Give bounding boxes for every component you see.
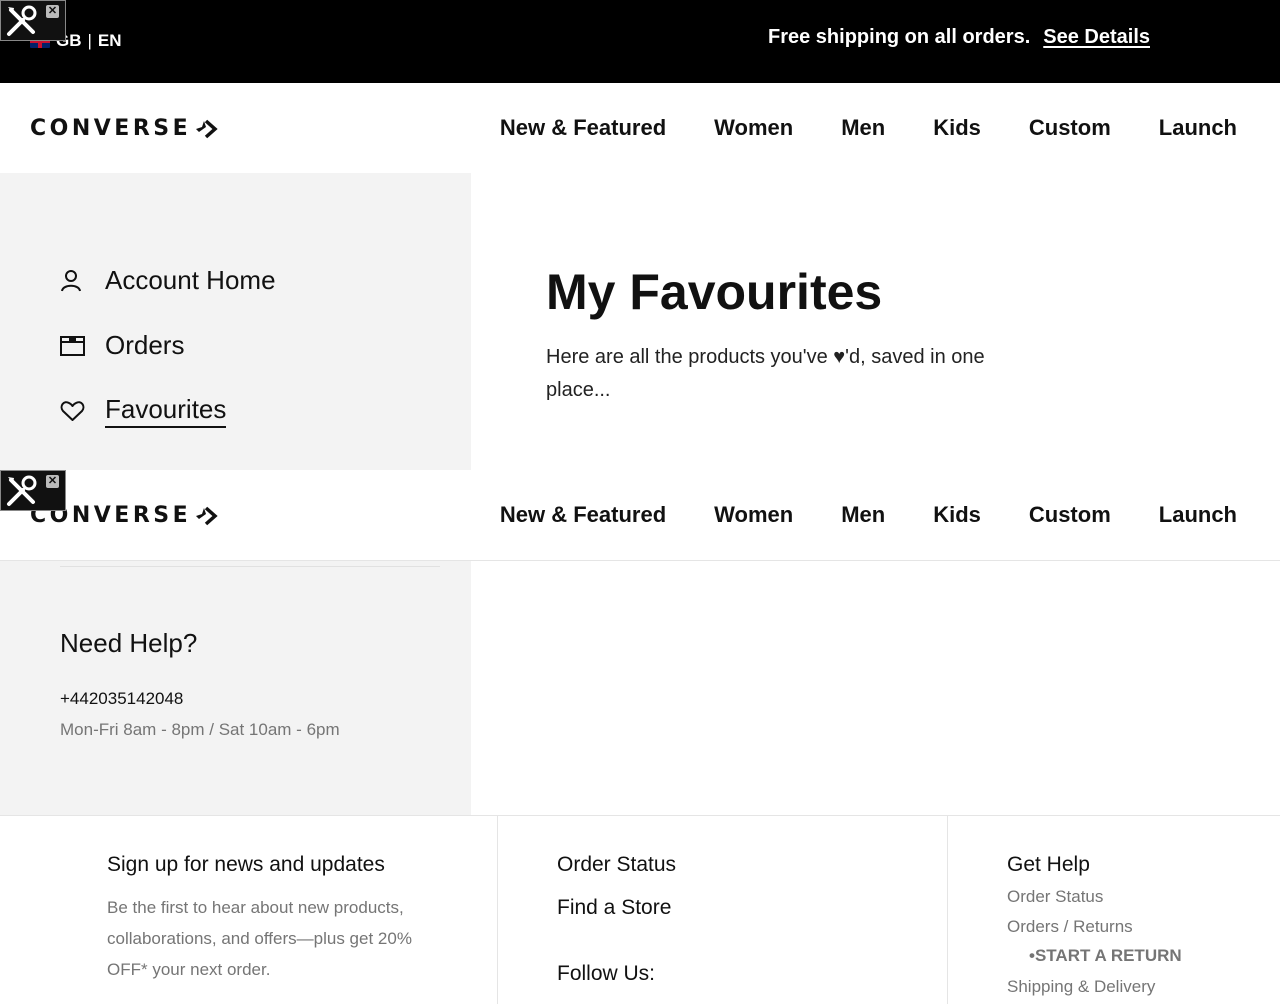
nav-custom[interactable]: Custom [1029,115,1111,141]
page-description: Here are all the products you've ♥'d, sa… [546,346,985,401]
help-phone[interactable]: +442035142048 [60,689,183,709]
footer-order-status-link[interactable]: Order Status [557,853,676,877]
sidebar-item-label: Favourites [105,394,227,428]
signup-text: Be the first to hear about new products,… [107,898,412,979]
get-help-shipping-link[interactable]: Shipping & Delivery [1007,977,1155,997]
language-label: EN [97,31,122,50]
promo-bar: GB | EN Free shipping on all orders. See… [0,0,1280,83]
page-title: My Favourites [546,264,883,320]
nav-women[interactable]: Women [714,502,793,528]
get-help-order-status-link[interactable]: Order Status [1007,887,1103,907]
follow-us-label: Follow Us: [557,962,656,985]
nav-men[interactable]: Men [841,115,885,141]
converse-logo[interactable]: CONVERSE [30,116,219,141]
promo-text: Free shipping on all orders. [768,26,1031,48]
help-hours: Mon-Fri 8am - 8pm / Sat 10am - 6pm [60,720,340,739]
nav-new-featured[interactable]: New & Featured [500,115,666,141]
locale-separator: | [87,31,92,50]
nav-kids[interactable]: Kids [933,502,981,528]
get-help-title: Get Help [1007,853,1090,876]
logo-wordmark: CONVERSE [30,116,192,141]
sticky-header: CONVERSE New & Featured Women Men Kids C… [0,470,1280,561]
main-nav: New & Featured Women Men Kids Custom Lau… [500,115,1237,141]
star-chevron-icon [196,506,218,525]
sticky-nav: New & Featured Women Men Kids Custom Lau… [500,502,1237,528]
nav-custom[interactable]: Custom [1029,502,1111,528]
nav-launch[interactable]: Launch [1159,502,1237,528]
devtools-toggle-button[interactable]: ✕ [0,0,66,41]
sidebar-item-orders[interactable]: Orders [60,330,184,361]
sidebar-item-favourites[interactable]: Favourites [60,394,227,428]
get-help-orders-returns-link[interactable]: Orders / Returns [1007,917,1133,937]
heart-icon [60,400,85,421]
site-header: CONVERSE New & Featured Women Men Kids C… [0,83,1280,173]
nav-women[interactable]: Women [714,115,793,141]
orders-box-icon [60,336,85,356]
close-icon[interactable]: ✕ [46,5,59,18]
footer-divider [947,816,948,1004]
see-details-link[interactable]: See Details [1043,26,1150,49]
tools-icon [7,5,37,36]
sidebar-divider [60,566,440,567]
sidebar-item-account-home[interactable]: Account Home [60,265,276,296]
devtools-toggle-button-2[interactable]: ✕ [0,470,66,511]
sidebar-item-label: Account Home [105,265,276,295]
footer-divider [497,816,498,1004]
nav-men[interactable]: Men [841,502,885,528]
star-chevron-icon [196,119,218,138]
user-icon [61,270,81,292]
start-return-link[interactable]: •START A RETURN [1029,946,1182,966]
close-icon[interactable]: ✕ [46,475,59,488]
tools-icon [7,475,37,506]
footer-find-store-link[interactable]: Find a Store [557,896,671,920]
signup-title: Sign up for news and updates [107,853,385,876]
nav-kids[interactable]: Kids [933,115,981,141]
sidebar-item-label: Orders [105,330,185,360]
free-shipping-promo: Free shipping on all orders. See Details [768,26,1150,49]
site-footer: Sign up for news and updates Be the firs… [0,815,1280,1004]
need-help-title: Need Help? [60,628,198,658]
nav-new-featured[interactable]: New & Featured [500,502,666,528]
nav-launch[interactable]: Launch [1159,115,1237,141]
